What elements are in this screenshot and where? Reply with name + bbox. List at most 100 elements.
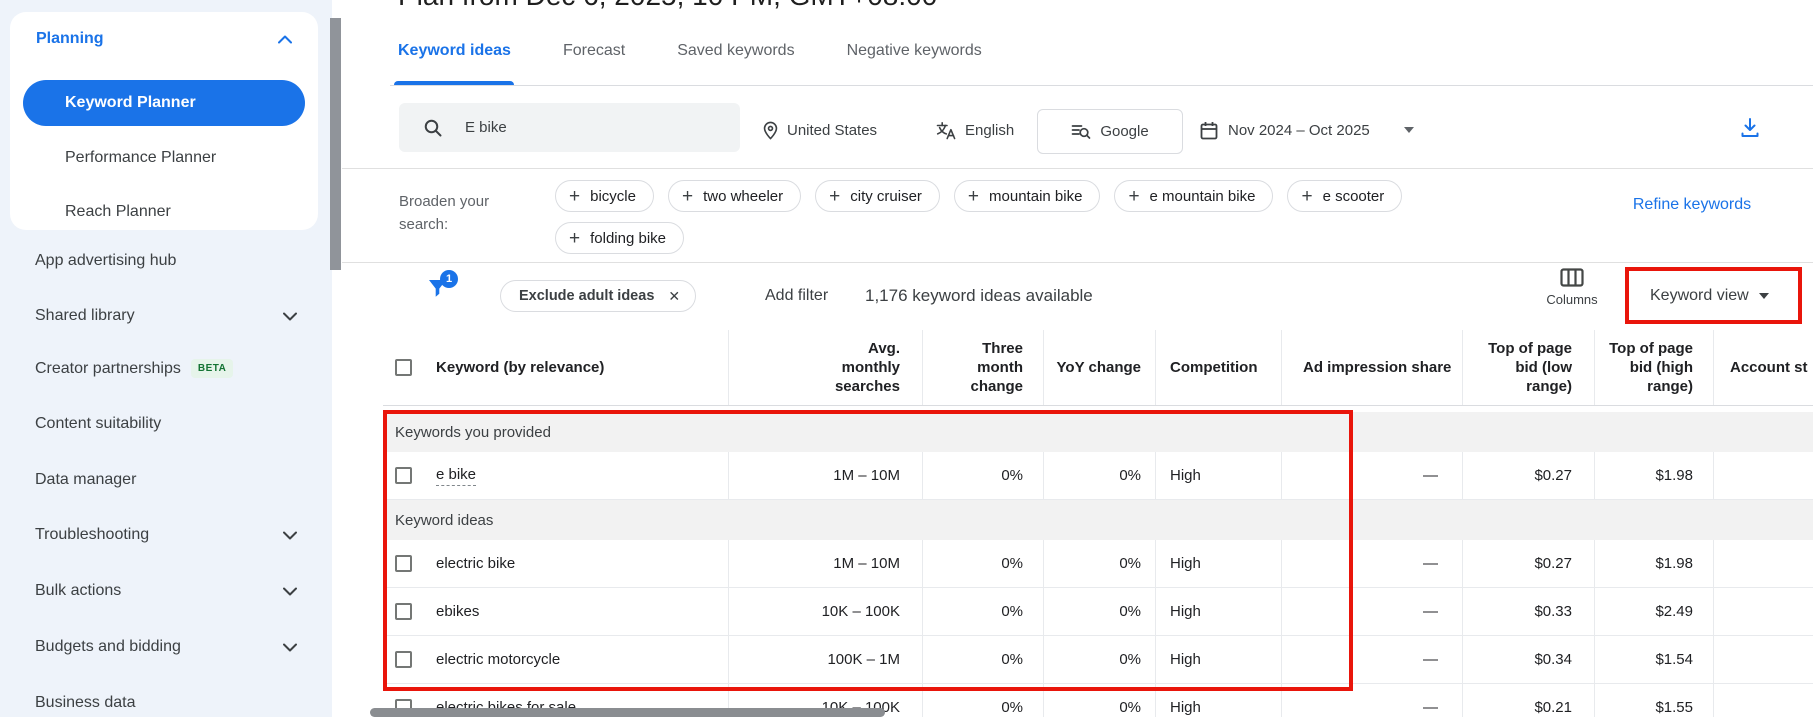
avg-monthly-searches-cell: 10K – 100K — [728, 588, 922, 635]
keyword-search-input[interactable]: E bike — [399, 103, 740, 152]
broaden-chip-e-scooter[interactable]: +e scooter — [1287, 180, 1402, 212]
date-range-selector[interactable]: Nov 2024 – Oct 2025 — [1200, 118, 1414, 142]
sidebar-item-content-suitability[interactable]: Content suitability — [35, 415, 297, 433]
tab-saved-keywords[interactable]: Saved keywords — [673, 36, 798, 66]
header-label: Avg. monthly searches — [810, 339, 900, 396]
table-row-ebikes[interactable]: ebikes10K – 100K0%0%High—$0.33$2.49 — [383, 588, 1813, 636]
sidebar-item-keyword-planner[interactable]: Keyword Planner — [23, 80, 305, 126]
broaden-chip-folding-bike[interactable]: +folding bike — [555, 222, 684, 254]
table-row-e-bike[interactable]: e bike1M – 10M0%0%High—$0.27$1.98 — [383, 452, 1813, 500]
header-label: Keyword (by relevance) — [436, 358, 604, 377]
three-month-change-cell: 0% — [922, 540, 1043, 587]
language-selector[interactable]: English — [936, 118, 1014, 142]
divider — [342, 262, 1813, 263]
refine-keywords-link[interactable]: Refine keywords — [1632, 192, 1752, 217]
broaden-chip-bicycle[interactable]: +bicycle — [555, 180, 654, 212]
search-value: E bike — [465, 119, 507, 136]
row-checkbox[interactable] — [395, 555, 412, 572]
sidebar-item-performance-planner[interactable]: Performance Planner — [65, 149, 216, 167]
close-icon[interactable]: ✕ — [668, 288, 680, 305]
sidebar-item-reach-planner[interactable]: Reach Planner — [65, 203, 171, 221]
sidebar-scrollbar[interactable] — [330, 18, 341, 270]
filter-chip-exclude-adult-ideas[interactable]: Exclude adult ideas ✕ — [500, 280, 696, 312]
broaden-search-label: Broaden your search: — [399, 190, 519, 236]
columns-button[interactable]: Columns — [1542, 268, 1602, 307]
language-label: English — [965, 122, 1014, 139]
row-checkbox[interactable] — [395, 603, 412, 620]
view-selector-dropdown[interactable]: Keyword view — [1650, 287, 1769, 305]
column-header-7[interactable]: Top of page bid (high range) — [1594, 330, 1713, 405]
sidebar-item-shared-library[interactable]: Shared library — [35, 307, 297, 325]
horizontal-scrollbar[interactable] — [370, 708, 885, 717]
broaden-chip-city-cruiser[interactable]: +city cruiser — [815, 180, 940, 212]
sidebar: Planning Keyword Planner Performance Pla… — [0, 0, 332, 717]
header-label: Top of page bid (high range) — [1608, 339, 1693, 396]
row-checkbox[interactable] — [395, 467, 412, 484]
tab-forecast[interactable]: Forecast — [559, 36, 629, 66]
ad-impression-share-cell: — — [1281, 636, 1462, 683]
bid-high-cell: $1.98 — [1594, 540, 1713, 587]
header-label: Three month change — [963, 339, 1023, 396]
location-label: United States — [787, 122, 877, 139]
plus-icon: + — [569, 229, 580, 248]
column-header-4[interactable]: Competition — [1155, 330, 1281, 405]
sidebar-item-troubleshooting[interactable]: Troubleshooting — [35, 526, 297, 544]
sidebar-item-label: Troubleshooting — [35, 526, 149, 544]
sidebar-item-budgets-and-bidding[interactable]: Budgets and bidding — [35, 638, 297, 656]
sidebar-item-planning[interactable]: Planning — [36, 30, 292, 48]
table-section-title: Keywords you provided — [383, 412, 1813, 452]
broaden-chip-list: +bicycle +two wheeler +city cruiser +mounta… — [555, 180, 1455, 254]
header-label: Ad impression share — [1303, 358, 1451, 377]
column-header-2[interactable]: Three month change — [922, 330, 1043, 405]
translate-icon — [936, 121, 957, 140]
select-all-checkbox[interactable] — [395, 359, 412, 376]
network-selector[interactable]: Google — [1037, 109, 1183, 154]
sidebar-item-creator-partnerships[interactable]: Creator partnershipsBETA — [35, 359, 297, 378]
competition-cell: High — [1155, 452, 1281, 499]
column-header-1[interactable]: Avg. monthly searches — [728, 330, 922, 405]
sidebar-item-label: App advertising hub — [35, 252, 176, 270]
sidebar-item-app-advertising-hub[interactable]: App advertising hub — [35, 252, 297, 270]
keyword-cell: e bike — [436, 466, 476, 486]
network-label: Google — [1100, 123, 1148, 140]
chevron-down-icon — [283, 312, 297, 321]
bid-low-cell: $0.21 — [1462, 684, 1594, 717]
three-month-change-cell: 0% — [922, 684, 1043, 717]
page-title: Plan from Dec 6, 2025, 10 PM, GMT+08:00 — [398, 0, 937, 12]
yoy-change-cell: 0% — [1043, 540, 1155, 587]
broaden-chip-e-mountain-bike[interactable]: +e mountain bike — [1114, 180, 1273, 212]
chevron-down-icon — [283, 587, 297, 596]
sidebar-item-label: Budgets and bidding — [35, 638, 181, 656]
sidebar-item-bulk-actions[interactable]: Bulk actions — [35, 582, 297, 600]
beta-badge: BETA — [191, 359, 233, 378]
table-row-electric-bike[interactable]: electric bike1M – 10M0%0%High—$0.27$1.98 — [383, 540, 1813, 588]
avg-monthly-searches-cell: 1M – 10M — [728, 540, 922, 587]
planning-label: Planning — [36, 30, 104, 48]
competition-cell: High — [1155, 636, 1281, 683]
column-header-8[interactable]: Account st — [1713, 330, 1813, 405]
dropdown-arrow-icon — [1759, 293, 1769, 299]
broaden-chip-two-wheeler[interactable]: +two wheeler — [668, 180, 801, 212]
row-checkbox[interactable] — [395, 651, 412, 668]
bid-low-cell: $0.33 — [1462, 588, 1594, 635]
header-label: Competition — [1170, 358, 1258, 377]
sidebar-item-business-data[interactable]: Business data — [35, 694, 297, 712]
column-header-5[interactable]: Ad impression share — [1281, 330, 1462, 405]
yoy-change-cell: 0% — [1043, 684, 1155, 717]
table-row-electric-motorcycle[interactable]: electric motorcycle100K – 1M0%0%High—$0.… — [383, 636, 1813, 684]
download-button[interactable] — [1738, 116, 1762, 140]
filter-button[interactable]: 1 — [426, 276, 450, 300]
tab-keyword-ideas[interactable]: Keyword ideas — [394, 36, 515, 66]
bid-low-cell: $0.34 — [1462, 636, 1594, 683]
add-filter-button[interactable]: Add filter — [765, 287, 828, 305]
avg-monthly-searches-cell: 100K – 1M — [728, 636, 922, 683]
column-header-3[interactable]: YoY change — [1043, 330, 1155, 405]
sidebar-item-data-manager[interactable]: Data manager — [35, 471, 297, 489]
location-selector[interactable]: United States — [762, 118, 877, 142]
header-label: Account st — [1730, 358, 1808, 377]
broaden-chip-mountain-bike[interactable]: +mountain bike — [954, 180, 1101, 212]
column-header-0[interactable]: Keyword (by relevance) — [383, 330, 728, 405]
tab-negative-keywords[interactable]: Negative keywords — [843, 36, 986, 66]
column-header-6[interactable]: Top of page bid (low range) — [1462, 330, 1594, 405]
chip-label: e mountain bike — [1150, 188, 1256, 205]
